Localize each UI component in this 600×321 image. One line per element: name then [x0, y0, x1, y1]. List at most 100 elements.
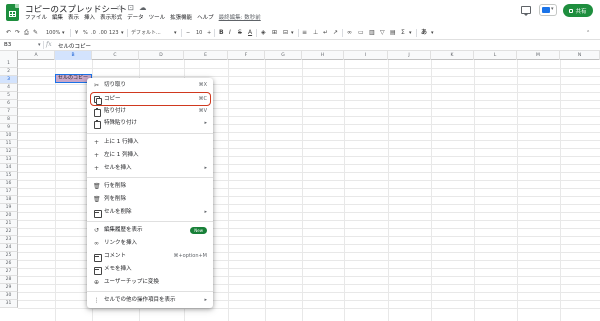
menu-extensions[interactable]: 拡張機能 — [170, 15, 192, 22]
column-header-g[interactable]: G — [265, 51, 302, 60]
font-size-plus-button[interactable]: + — [207, 29, 211, 37]
menu-tools[interactable]: ツール — [149, 15, 166, 22]
menu-item-more-cell-actions[interactable]: ⋮ セルでの他の操作項目を表示 ▸ — [87, 295, 213, 306]
select-all-corner[interactable] — [0, 51, 18, 60]
row-header-6[interactable]: 6 — [0, 100, 18, 108]
menu-help[interactable]: ヘルプ — [197, 15, 214, 22]
share-button[interactable]: 共有 — [563, 4, 593, 17]
italic-button[interactable]: I — [229, 29, 231, 37]
menu-item-delete-cells[interactable]: セルを削除 ▸ — [87, 207, 213, 218]
formula-input[interactable]: セルのコピー — [58, 42, 91, 50]
menu-insert[interactable]: 挿入 — [84, 15, 95, 22]
menu-item-insert-link[interactable]: ∞ リンクを挿入 — [87, 238, 213, 249]
functions-button[interactable]: Σ — [401, 29, 405, 37]
column-header-b[interactable]: B — [55, 51, 92, 60]
row-header-4[interactable]: 4 — [0, 84, 18, 92]
print-icon[interactable]: ⎙ — [24, 29, 29, 37]
cloud-status-icon[interactable]: ☁ — [139, 3, 147, 12]
row-header-13[interactable]: 13 — [0, 156, 18, 164]
menu-edit[interactable]: 編集 — [52, 15, 63, 22]
menu-file[interactable]: ファイル — [25, 15, 47, 22]
column-header-f[interactable]: F — [228, 51, 265, 60]
zoom-select[interactable]: 100% — [46, 29, 60, 37]
filter-views-icon[interactable]: ▤ — [390, 29, 396, 37]
row-header-8[interactable]: 8 — [0, 116, 18, 124]
row-header-10[interactable]: 10 — [0, 132, 18, 140]
menu-item-paste-special[interactable]: 特殊貼り付け ▸ — [87, 118, 213, 129]
column-header-n[interactable]: N — [560, 51, 600, 60]
menu-item-insert-note[interactable]: メモを挿入 — [87, 264, 213, 275]
row-header-16[interactable]: 16 — [0, 180, 18, 188]
menu-item-cut[interactable]: ✂ 切り取り ⌘X — [87, 80, 213, 91]
row-header-15[interactable]: 15 — [0, 172, 18, 180]
menu-item-delete-row[interactable]: 🗑 行を削除 — [87, 181, 213, 192]
column-header-m[interactable]: M — [517, 51, 560, 60]
fill-color-icon[interactable]: ◈ — [261, 29, 266, 37]
currency-button[interactable]: ¥ — [75, 29, 78, 37]
star-icon[interactable]: ☆ — [116, 3, 123, 12]
row-header-14[interactable]: 14 — [0, 164, 18, 172]
increase-decimal-button[interactable]: .00 — [99, 29, 107, 37]
undo-icon[interactable]: ↶ — [6, 29, 11, 37]
row-header-31[interactable]: 31 — [0, 300, 18, 308]
comment-icon[interactable]: ▭ — [358, 29, 364, 37]
menu-item-insert-cells[interactable]: + セルを挿入 ▸ — [87, 163, 213, 174]
column-header-e[interactable]: E — [184, 51, 228, 60]
paint-format-icon[interactable]: ✎ — [33, 29, 38, 37]
column-header-j[interactable]: J — [388, 51, 431, 60]
text-wrap-icon[interactable]: ↵ — [323, 29, 328, 37]
present-button[interactable]: ▾ — [539, 4, 557, 16]
font-size-input[interactable]: 10 — [196, 29, 202, 37]
document-title[interactable]: コピーのスプレッドシート — [25, 3, 127, 15]
collapse-menu-icon[interactable]: ⌃ — [586, 29, 590, 37]
percent-button[interactable]: % — [83, 29, 88, 37]
row-header-19[interactable]: 19 — [0, 204, 18, 212]
text-rotation-icon[interactable]: ↗ — [333, 29, 338, 37]
more-formats-button[interactable]: 123 — [109, 29, 119, 37]
row-header-25[interactable]: 25 — [0, 252, 18, 260]
row-header-7[interactable]: 7 — [0, 108, 18, 116]
row-header-24[interactable]: 24 — [0, 244, 18, 252]
last-edit-link[interactable]: 最終編集: 数秒前 — [219, 15, 261, 22]
row-header-9[interactable]: 9 — [0, 124, 18, 132]
filter-icon[interactable]: ▽ — [380, 29, 385, 37]
link-icon[interactable]: ∞ — [347, 29, 352, 37]
menu-item-comment[interactable]: コメント ⌘+option+M — [87, 251, 213, 262]
row-header-12[interactable]: 12 — [0, 148, 18, 156]
row-header-26[interactable]: 26 — [0, 260, 18, 268]
align-icon[interactable]: ≡ — [302, 29, 307, 37]
row-header-30[interactable]: 30 — [0, 292, 18, 300]
column-header-i[interactable]: I — [344, 51, 388, 60]
redo-icon[interactable]: ↷ — [15, 29, 20, 37]
decrease-decimal-button[interactable]: .0 — [91, 29, 96, 37]
merge-cells-icon[interactable]: ⊟ — [283, 29, 288, 37]
menu-format[interactable]: 表示形式 — [100, 15, 122, 22]
font-select[interactable]: デフォルト... — [131, 29, 161, 37]
name-box[interactable]: B3 — [4, 42, 11, 48]
menu-item-delete-column[interactable]: 🗑 列を削除 — [87, 194, 213, 205]
vertical-align-icon[interactable]: ⊥ — [313, 29, 318, 37]
menu-view[interactable]: 表示 — [68, 15, 79, 22]
row-header-5[interactable]: 5 — [0, 92, 18, 100]
column-header-l[interactable]: L — [474, 51, 517, 60]
bold-button[interactable]: B — [219, 29, 224, 37]
strikethrough-button[interactable]: S — [238, 29, 242, 37]
input-tools-button[interactable]: あ — [421, 29, 427, 37]
row-header-3[interactable]: 3 — [0, 76, 18, 84]
row-header-23[interactable]: 23 — [0, 236, 18, 244]
row-header-1[interactable]: 1 — [0, 60, 18, 68]
menu-item-people-chip[interactable]: ⊕ ユーザーチップに変換 — [87, 277, 213, 288]
row-header-21[interactable]: 21 — [0, 220, 18, 228]
column-header-h[interactable]: H — [302, 51, 344, 60]
font-size-minus-button[interactable]: − — [186, 29, 190, 37]
borders-icon[interactable]: ⊞ — [272, 29, 277, 37]
text-color-button[interactable]: A — [248, 29, 252, 37]
row-header-20[interactable]: 20 — [0, 212, 18, 220]
row-header-22[interactable]: 22 — [0, 228, 18, 236]
menu-data[interactable]: データ — [127, 15, 144, 22]
row-header-2[interactable]: 2 — [0, 68, 18, 76]
row-header-28[interactable]: 28 — [0, 276, 18, 284]
row-header-18[interactable]: 18 — [0, 196, 18, 204]
chart-icon[interactable]: ▥ — [369, 29, 375, 37]
comment-history-icon[interactable] — [521, 6, 531, 16]
